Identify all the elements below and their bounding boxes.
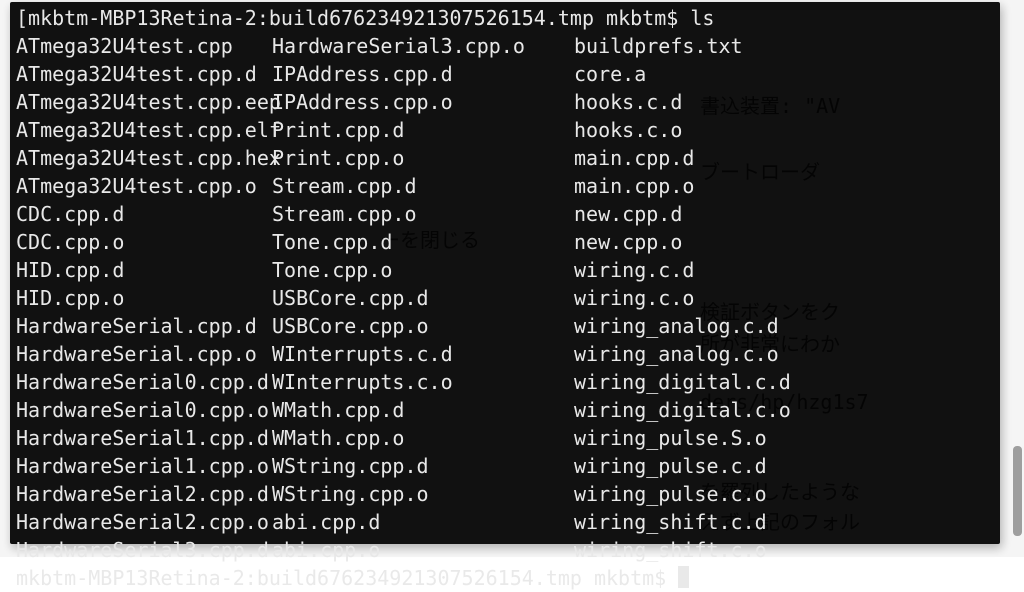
file-name: WInterrupts.c.d [272,340,574,368]
list-row: ATmega32U4test.cpp.elfPrint.cpp.dhooks.c… [16,116,994,144]
file-name: wiring_pulse.S.o [574,424,994,452]
file-name: WString.cpp.o [272,480,574,508]
file-name: main.cpp.d [574,144,994,172]
file-name: ATmega32U4test.cpp.elf [16,116,272,144]
list-row: HardwareSerial.cpp.dUSBCore.cpp.owiring_… [16,312,994,340]
list-row: HardwareSerial.cpp.oWInterrupts.c.dwirin… [16,340,994,368]
file-name: HardwareSerial.cpp.d [16,312,272,340]
file-name: HardwareSerial1.cpp.d [16,424,272,452]
list-row: HardwareSerial0.cpp.oWMath.cpp.dwiring_d… [16,396,994,424]
file-name: HardwareSerial2.cpp.d [16,480,272,508]
file-name: ATmega32U4test.cpp.eep [16,88,272,116]
file-name: new.cpp.o [574,228,994,256]
cursor-icon [678,566,689,588]
list-row: HardwareSerial3.cpp.dabi.cpp.owiring_shi… [16,536,994,564]
command-text: ls [690,6,714,30]
list-row: HardwareSerial1.cpp.dWMath.cpp.owiring_p… [16,424,994,452]
file-name: Tone.cpp.o [272,256,574,284]
file-name: HardwareSerial1.cpp.o [16,452,272,480]
file-name: ATmega32U4test.cpp.d [16,60,272,88]
file-name: CDC.cpp.d [16,200,272,228]
file-name: WMath.cpp.o [272,424,574,452]
list-row: ATmega32U4test.cpp.dIPAddress.cpp.dcore.… [16,60,994,88]
list-row: ATmega32U4test.cpp.eepIPAddress.cpp.ohoo… [16,88,994,116]
file-name: Stream.cpp.o [272,200,574,228]
file-name: Print.cpp.o [272,144,574,172]
list-row: HardwareSerial1.cpp.oWString.cpp.dwiring… [16,452,994,480]
file-name: wiring_analog.c.o [574,340,994,368]
list-row: ATmega32U4test.cpp.hexPrint.cpp.omain.cp… [16,144,994,172]
list-row: HardwareSerial0.cpp.dWInterrupts.c.owiri… [16,368,994,396]
file-name: Print.cpp.d [272,116,574,144]
file-name: ATmega32U4test.cpp.o [16,172,272,200]
file-name: wiring.c.o [574,284,994,312]
list-row: ATmega32U4test.cppHardwareSerial3.cpp.ob… [16,32,994,60]
file-name: WInterrupts.c.o [272,368,574,396]
file-name: HardwareSerial2.cpp.o [16,508,272,536]
file-name: IPAddress.cpp.d [272,60,574,88]
terminal-window[interactable]: [mkbtm-MBP13Retina-2:build67623492130752… [10,2,1000,544]
file-name: main.cpp.o [574,172,994,200]
file-name: wiring_analog.c.d [574,312,994,340]
file-name: wiring_digital.c.d [574,368,994,396]
page-scrollbar[interactable] [1013,2,1022,542]
file-name: buildprefs.txt [574,32,994,60]
file-name: HardwareSerial.cpp.o [16,340,272,368]
ls-output: ATmega32U4test.cppHardwareSerial3.cpp.ob… [16,32,994,564]
list-row: HardwareSerial2.cpp.oabi.cpp.dwiring_shi… [16,508,994,536]
file-name: HardwareSerial0.cpp.d [16,368,272,396]
file-name: new.cpp.d [574,200,994,228]
list-row: HID.cpp.dTone.cpp.owiring.c.d [16,256,994,284]
terminal-output[interactable]: [mkbtm-MBP13Retina-2:build67623492130752… [10,2,1000,544]
file-name: wiring_pulse.c.d [574,452,994,480]
file-name: core.a [574,60,994,88]
file-name: USBCore.cpp.o [272,312,574,340]
file-name: IPAddress.cpp.o [272,88,574,116]
list-row: HID.cpp.oUSBCore.cpp.dwiring.c.o [16,284,994,312]
list-row: ATmega32U4test.cpp.oStream.cpp.dmain.cpp… [16,172,994,200]
file-name: HardwareSerial3.cpp.o [272,32,574,60]
file-name: HID.cpp.o [16,284,272,312]
scrollbar-thumb[interactable] [1013,446,1022,536]
file-name: wiring.c.d [574,256,994,284]
file-name: USBCore.cpp.d [272,284,574,312]
prompt-line-bottom[interactable]: mkbtm-MBP13Retina-2:build676234921307526… [16,564,994,592]
list-row: CDC.cpp.dStream.cpp.onew.cpp.d [16,200,994,228]
file-name: Tone.cpp.d [272,228,574,256]
list-row: CDC.cpp.oTone.cpp.dnew.cpp.o [16,228,994,256]
list-row: HardwareSerial2.cpp.dWString.cpp.owiring… [16,480,994,508]
file-name: ATmega32U4test.cpp.hex [16,144,272,172]
file-name: wiring_digital.c.o [574,396,994,424]
file-name: ATmega32U4test.cpp [16,32,272,60]
file-name: WString.cpp.d [272,452,574,480]
prompt-line-top: [mkbtm-MBP13Retina-2:build67623492130752… [16,4,994,32]
file-name: abi.cpp.o [272,536,574,564]
file-name: WMath.cpp.d [272,396,574,424]
file-name: abi.cpp.d [272,508,574,536]
file-name: HardwareSerial3.cpp.d [16,536,272,564]
file-name: wiring_shift.c.o [574,536,994,564]
file-name: HID.cpp.d [16,256,272,284]
file-name: hooks.c.d [574,88,994,116]
file-name: CDC.cpp.o [16,228,272,256]
file-name: wiring_shift.c.d [574,508,994,536]
file-name: Stream.cpp.d [272,172,574,200]
file-name: wiring_pulse.c.o [574,480,994,508]
file-name: HardwareSerial0.cpp.o [16,396,272,424]
file-name: hooks.c.o [574,116,994,144]
